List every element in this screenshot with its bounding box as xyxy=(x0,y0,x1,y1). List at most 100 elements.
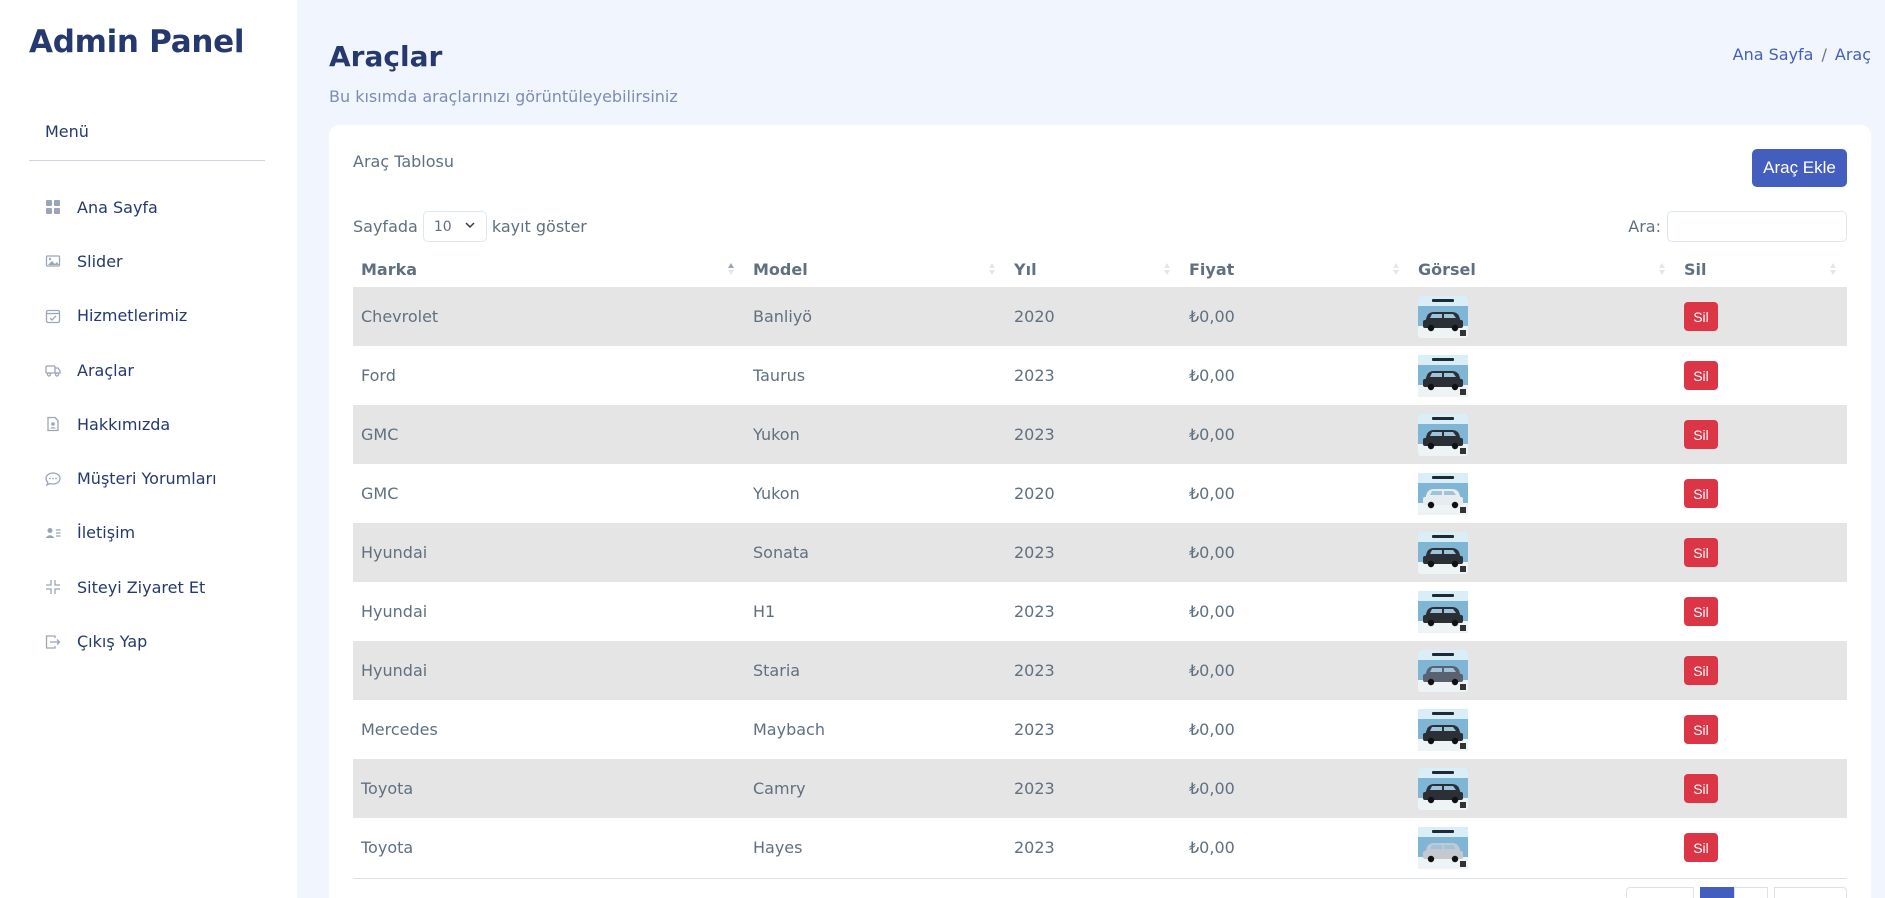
sidebar-item-hakkimizda[interactable]: Hakkımızda xyxy=(29,397,269,451)
column-header-model[interactable]: Model xyxy=(745,252,1006,287)
delete-button[interactable]: Sil xyxy=(1684,656,1718,685)
sidebar: Admin Panel Menü Ana Sayfa Slider Hizmet… xyxy=(0,0,297,898)
sort-icon xyxy=(1658,261,1666,277)
cell-gorsel xyxy=(1410,767,1676,810)
page-length-suffix: kayıt göster xyxy=(491,217,587,236)
cell-sil: Sil xyxy=(1676,361,1847,390)
brand-title[interactable]: Admin Panel xyxy=(29,24,245,60)
cell-gorsel xyxy=(1410,413,1676,456)
sidebar-item-araclar[interactable]: Araçlar xyxy=(29,343,269,397)
sidebar-item-iletisim[interactable]: İletişim xyxy=(29,506,269,560)
cell-marka: Hyundai xyxy=(361,602,428,621)
cell-marka: GMC xyxy=(361,484,399,503)
car-thumbnail xyxy=(1418,767,1468,810)
column-header-label: Fiyat xyxy=(1189,260,1235,279)
cell-sil: Sil xyxy=(1676,538,1847,567)
car-thumbnail xyxy=(1418,531,1468,574)
add-vehicle-button[interactable]: Araç Ekle xyxy=(1752,149,1847,187)
car-thumbnail xyxy=(1418,413,1468,456)
document-icon xyxy=(45,416,61,432)
page-length-select[interactable]: 10 xyxy=(422,211,487,242)
cell-yil: 2023 xyxy=(1014,425,1055,444)
column-header-fiyat[interactable]: Fiyat xyxy=(1181,252,1410,287)
table-row: Chevrolet Banliyö 2020 ₺0,00 Sil xyxy=(353,287,1847,346)
column-header-marka[interactable]: Marka xyxy=(353,252,745,287)
table-row: GMC Yukon 2020 ₺0,00 Sil xyxy=(353,464,1847,523)
page-subtitle: Bu kısımda araçlarınızı görüntüleyebilir… xyxy=(329,87,678,106)
chevron-down-icon xyxy=(464,219,476,235)
cell-sil: Sil xyxy=(1676,715,1847,744)
cell-gorsel xyxy=(1410,649,1676,692)
sidebar-item-ana-sayfa[interactable]: Ana Sayfa xyxy=(29,180,269,234)
cell-marka: Hyundai xyxy=(361,661,428,680)
search-input[interactable] xyxy=(1667,211,1847,242)
truck-icon xyxy=(45,362,61,378)
column-header-yil[interactable]: Yıl xyxy=(1006,252,1181,287)
breadcrumb-current: Araç xyxy=(1834,45,1871,64)
pagination-previous[interactable] xyxy=(1626,887,1694,898)
car-thumbnail xyxy=(1418,826,1468,869)
sort-icon xyxy=(1163,261,1171,277)
sidebar-item-hizmetlerimiz[interactable]: Hizmetlerimiz xyxy=(29,289,269,343)
cell-yil: 2023 xyxy=(1014,720,1055,739)
column-header-sil[interactable]: Sil xyxy=(1676,252,1847,287)
pagination-page-active[interactable] xyxy=(1700,887,1734,898)
page-length-control: Sayfada 10 kayıt göster xyxy=(353,211,587,242)
column-header-gorsel[interactable]: Görsel xyxy=(1410,252,1676,287)
search-label: Ara: xyxy=(1628,217,1661,236)
cell-marka: Toyota xyxy=(361,779,414,798)
cell-yil: 2023 xyxy=(1014,838,1055,857)
cell-gorsel xyxy=(1410,590,1676,633)
table-row: Hyundai H1 2023 ₺0,00 Sil xyxy=(353,582,1847,641)
pagination-page[interactable] xyxy=(1734,887,1768,898)
cell-gorsel xyxy=(1410,531,1676,574)
breadcrumb-home-link[interactable]: Ana Sayfa xyxy=(1733,45,1814,64)
cell-model: Camry xyxy=(753,779,806,798)
delete-button[interactable]: Sil xyxy=(1684,597,1718,626)
cell-model: Banliyö xyxy=(753,307,813,326)
delete-button[interactable]: Sil xyxy=(1684,538,1718,567)
table-row: Ford Taurus 2023 ₺0,00 Sil xyxy=(353,346,1847,405)
breadcrumb: Ana Sayfa / Araç xyxy=(1733,45,1871,64)
cell-sil: Sil xyxy=(1676,302,1847,331)
sidebar-item-musteri-yorumlari[interactable]: Müşteri Yorumları xyxy=(29,451,269,505)
delete-button[interactable]: Sil xyxy=(1684,715,1718,744)
sidebar-item-cikis-yap[interactable]: Çıkış Yap xyxy=(29,614,269,668)
cell-sil: Sil xyxy=(1676,833,1847,862)
table-header: Marka Model Yıl Fiyat Görsel Sil xyxy=(353,252,1847,287)
cell-model: Sonata xyxy=(753,543,809,562)
sidebar-item-label: Siteyi Ziyaret Et xyxy=(77,577,206,597)
delete-button[interactable]: Sil xyxy=(1684,361,1718,390)
cell-fiyat: ₺0,00 xyxy=(1189,661,1235,680)
car-thumbnail xyxy=(1418,649,1468,692)
cell-marka: Hyundai xyxy=(361,543,428,562)
delete-button[interactable]: Sil xyxy=(1684,302,1718,331)
delete-button[interactable]: Sil xyxy=(1684,774,1718,803)
cell-sil: Sil xyxy=(1676,597,1847,626)
column-header-label: Yıl xyxy=(1014,260,1037,279)
sidebar-item-label: Çıkış Yap xyxy=(77,632,148,652)
column-header-label: Model xyxy=(753,260,808,279)
sort-ascending-icon xyxy=(727,261,735,277)
table-row: Hyundai Sonata 2023 ₺0,00 Sil xyxy=(353,523,1847,582)
cell-model: Hayes xyxy=(753,838,803,857)
delete-button[interactable]: Sil xyxy=(1684,479,1718,508)
car-thumbnail xyxy=(1418,590,1468,633)
cell-fiyat: ₺0,00 xyxy=(1189,779,1235,798)
calendar-check-icon xyxy=(45,308,61,324)
sidebar-item-label: Slider xyxy=(77,251,123,271)
pagination-next[interactable] xyxy=(1774,887,1847,898)
cell-fiyat: ₺0,00 xyxy=(1189,720,1235,739)
sidebar-item-label: İletişim xyxy=(77,523,136,543)
fullscreen-exit-icon xyxy=(45,579,61,595)
cell-sil: Sil xyxy=(1676,774,1847,803)
cell-gorsel xyxy=(1410,708,1676,751)
sidebar-item-slider[interactable]: Slider xyxy=(29,234,269,288)
sidebar-item-siteyi-ziyaret-et[interactable]: Siteyi Ziyaret Et xyxy=(29,560,269,614)
chat-icon xyxy=(45,471,61,487)
delete-button[interactable]: Sil xyxy=(1684,833,1718,862)
sort-icon xyxy=(988,261,996,277)
menu-title: Menü xyxy=(45,122,89,141)
delete-button[interactable]: Sil xyxy=(1684,420,1718,449)
table-search: Ara: xyxy=(1628,211,1847,242)
